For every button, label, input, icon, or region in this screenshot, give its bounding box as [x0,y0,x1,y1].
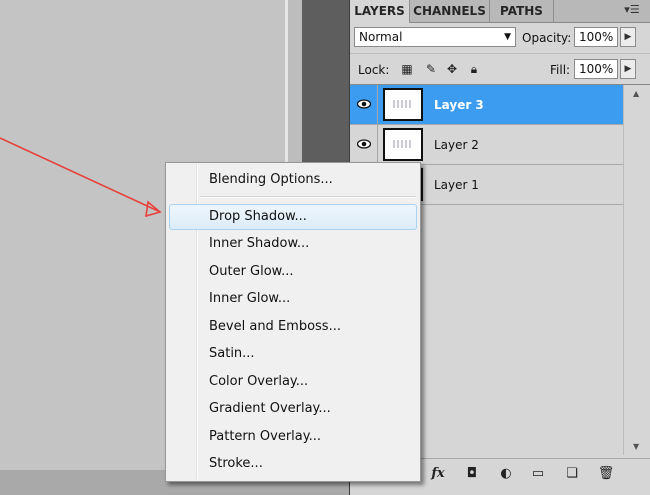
blend-opacity-row: Normal ▼ Opacity: 100% ▶ [350,23,650,54]
opacity-label: Opacity: [522,31,572,45]
fill-label: Fill: [550,63,571,77]
visibility-toggle[interactable] [350,85,378,125]
trash-icon[interactable]: 🗑︎ [596,465,616,483]
lock-paint-icon[interactable]: ✎ [424,62,438,76]
tab-channels[interactable]: CHANNELS [410,0,490,22]
menu-item-stroke[interactable]: Stroke... [169,451,417,477]
menu-item-outer-glow[interactable]: Outer Glow... [169,259,417,285]
layer-thumbnail [383,88,423,121]
adjustment-icon[interactable]: ◐ [496,465,516,483]
opacity-slider-button[interactable]: ▶ [620,27,636,47]
tab-layers[interactable]: LAYERS [350,0,410,23]
mask-icon[interactable]: ◘ [462,465,482,483]
fill-field[interactable]: 100% [574,59,618,79]
scroll-down-icon[interactable]: ▼ [633,442,639,451]
menu-item-bevel-emboss[interactable]: Bevel and Emboss... [169,314,417,340]
blend-mode-select[interactable]: Normal ▼ [354,27,516,47]
menu-item-inner-shadow[interactable]: Inner Shadow... [169,231,417,257]
fx-icon[interactable]: fx [428,465,448,483]
menu-item-inner-glow[interactable]: Inner Glow... [169,286,417,312]
lock-all-icon[interactable]: 🔒︎ [467,62,481,76]
lock-transparent-icon[interactable]: ▦ [400,62,414,76]
opacity-field[interactable]: 100% [574,27,618,47]
panel-menu-icon[interactable]: ▾☰ [622,3,642,17]
menu-separator [200,196,416,198]
menu-item-color-overlay[interactable]: Color Overlay... [169,369,417,395]
layer-row[interactable]: Layer 3 [350,85,623,125]
layer-name: Layer 3 [434,98,484,112]
menu-item-pattern-overlay[interactable]: Pattern Overlay... [169,424,417,450]
layer-list-scrollbar[interactable]: ▲ ▼ [623,85,650,455]
layer-row[interactable]: Layer 2 [350,125,623,165]
eye-icon [357,139,371,149]
group-folder-icon[interactable]: ▭ [528,465,548,483]
lock-position-icon[interactable]: ✥ [445,62,459,76]
menu-item-drop-shadow[interactable]: Drop Shadow... [169,204,417,230]
new-layer-icon[interactable]: ❏ [562,465,582,483]
chevron-down-icon: ▼ [504,32,511,42]
eye-icon [357,99,371,109]
tab-paths[interactable]: PATHS [490,0,554,22]
lock-label: Lock: [358,63,390,77]
blend-mode-value: Normal [359,30,403,44]
layer-thumbnail [383,128,423,161]
menu-item-satin[interactable]: Satin... [169,341,417,367]
scroll-up-icon[interactable]: ▲ [633,89,639,98]
menu-item-blending-options[interactable]: Blending Options... [169,167,417,193]
visibility-toggle[interactable] [350,125,378,165]
layer-style-context-menu: Blending Options... Drop Shadow... Inner… [165,162,421,482]
panel-tabs: LAYERS CHANNELS PATHS ▾☰ [350,0,650,23]
layer-name: Layer 2 [434,138,479,152]
layer-name: Layer 1 [434,178,479,192]
lock-fill-row: Lock: ▦ ✎ ✥ 🔒︎ Fill: 100% ▶ [350,54,650,85]
menu-item-gradient-overlay[interactable]: Gradient Overlay... [169,396,417,422]
fill-slider-button[interactable]: ▶ [620,59,636,79]
